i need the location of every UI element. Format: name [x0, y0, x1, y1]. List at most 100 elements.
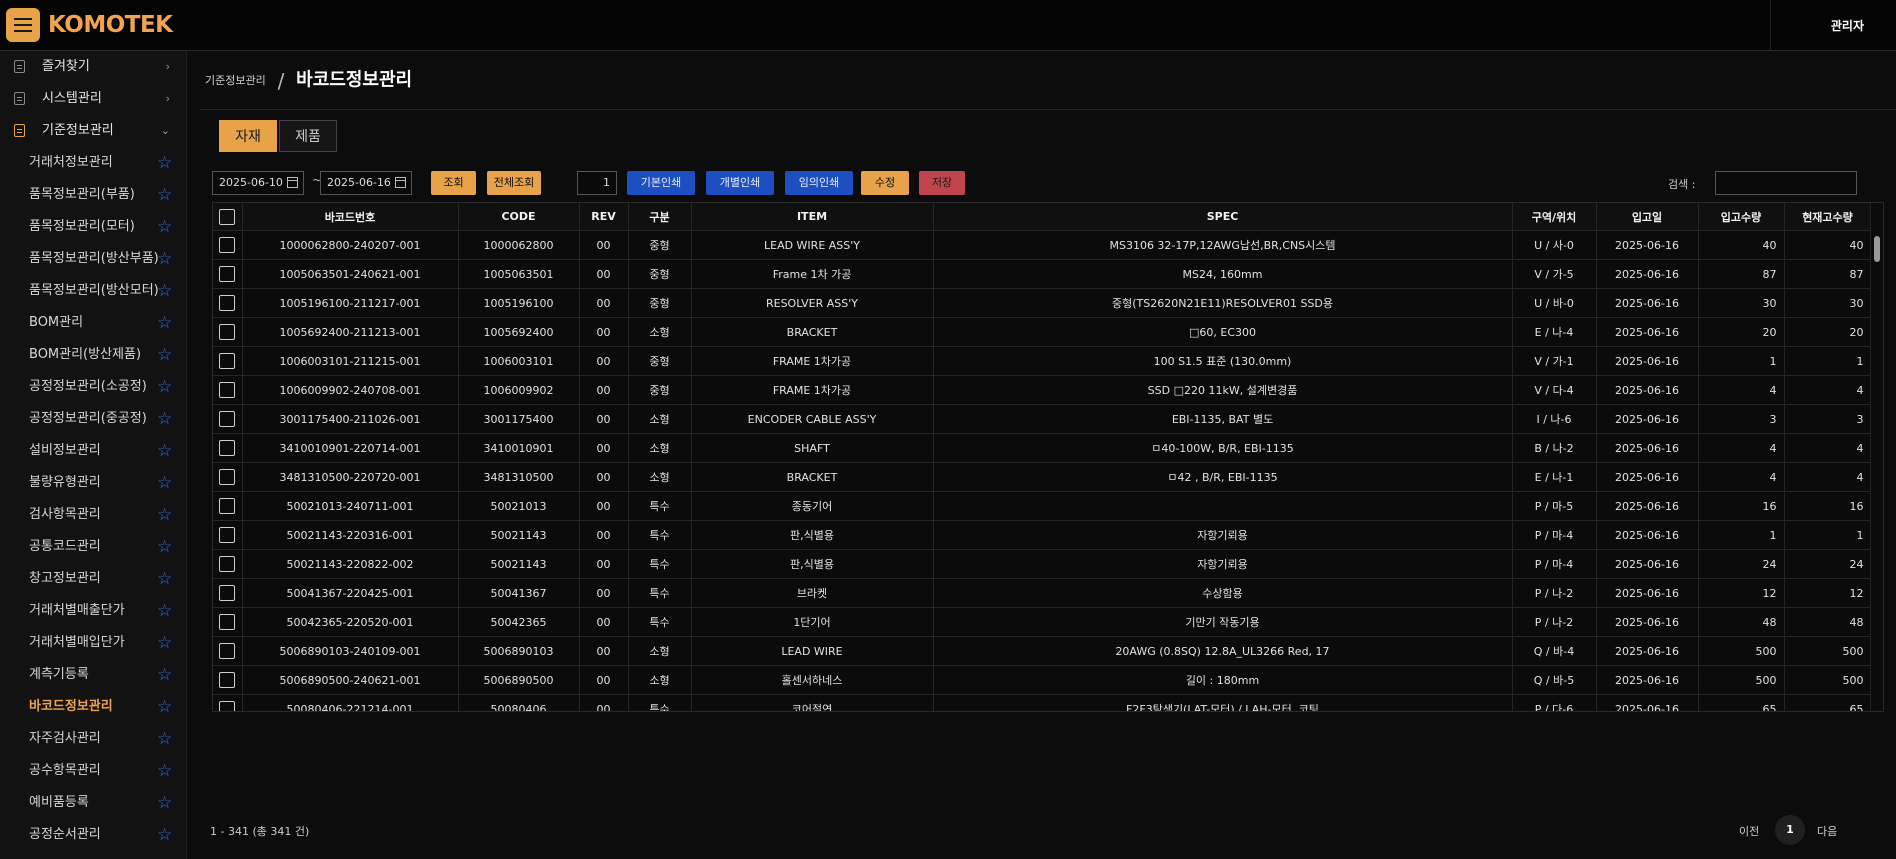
table-row[interactable]: 50021143-220822-002 50021143 00 특수 판,식별용 자항기뢰… [213, 549, 1872, 579]
favorite-star-icon[interactable]: ☆ [157, 307, 172, 339]
row-checkbox[interactable] [219, 585, 236, 601]
favorite-star-icon[interactable]: ☆ [157, 595, 172, 627]
table-row[interactable]: 5006890103-240109-001 5006890103 00 소형 LEAD … [213, 636, 1872, 666]
calendar-icon[interactable] [395, 177, 406, 188]
favorite-star-icon[interactable]: ☆ [157, 627, 172, 659]
table-row[interactable]: 3001175400-211026-001 3001175400 00 소형 ENCOD… [213, 404, 1872, 434]
print-count-input[interactable]: 1 [577, 171, 617, 195]
basic-print-button[interactable]: 기본인쇄 [627, 171, 695, 195]
column-header[interactable]: ITEM [691, 203, 934, 231]
sidebar-item[interactable]: 공정정보관리(중공정) ☆ [0, 403, 186, 435]
favorite-star-icon[interactable]: ☆ [157, 179, 172, 211]
column-header[interactable]: 바코드번호 [242, 203, 459, 231]
table-row[interactable]: 3481310500-220720-001 3481310500 00 소형 BRACK… [213, 462, 1872, 492]
table-row[interactable]: 1005196100-211217-001 1005196100 00 중형 RESOL… [213, 288, 1872, 318]
row-checkbox[interactable] [219, 324, 236, 340]
row-checkbox[interactable] [219, 411, 236, 427]
tab-materials[interactable]: 자재 [219, 120, 277, 152]
breadcrumb-parent[interactable]: 기준정보관리 [205, 74, 266, 87]
edit-button[interactable]: 수정 [861, 171, 909, 195]
table-row[interactable]: 1006009902-240708-001 1006009902 00 중형 FRAME… [213, 375, 1872, 405]
table-row[interactable]: 1005692400-211213-001 1005692400 00 소형 BRACK… [213, 317, 1872, 347]
sidebar-group-master-data[interactable]: 기준정보관리 ⌄ [0, 115, 186, 147]
table-row[interactable]: 50042365-220520-001 50042365 00 특수 1단기어 기만기 작… [213, 607, 1872, 637]
sidebar-item[interactable]: 불량유형관리 ☆ [0, 467, 186, 499]
row-checkbox[interactable] [219, 701, 236, 711]
column-header[interactable]: 구역/위치 [1512, 203, 1597, 231]
sidebar-item[interactable]: 검사항목관리 ☆ [0, 499, 186, 531]
favorite-star-icon[interactable]: ☆ [157, 819, 172, 851]
row-checkbox[interactable] [219, 527, 236, 543]
column-header[interactable]: SPEC [933, 203, 1513, 231]
date-to-input[interactable]: 2025-06-16 [320, 171, 412, 195]
sidebar-item[interactable]: 품목정보관리(부품) ☆ [0, 179, 186, 211]
sidebar-group-favorites[interactable]: 즐겨찾기 › [0, 51, 186, 83]
tab-products[interactable]: 제품 [279, 120, 337, 152]
sidebar-item[interactable]: 공통코드관리 ☆ [0, 531, 186, 563]
save-button[interactable]: 저장 [919, 171, 965, 195]
calendar-icon[interactable] [287, 177, 298, 188]
temp-print-button[interactable]: 임의인쇄 [785, 171, 853, 195]
table-row[interactable]: 1000062800-240207-001 1000062800 00 중형 LEAD … [213, 230, 1872, 260]
individual-print-button[interactable]: 개별인쇄 [706, 171, 774, 195]
row-checkbox[interactable] [219, 614, 236, 630]
row-checkbox[interactable] [219, 440, 236, 456]
favorite-star-icon[interactable]: ☆ [157, 275, 172, 307]
scrollbar-thumb[interactable] [1874, 236, 1880, 262]
favorite-star-icon[interactable]: ☆ [157, 467, 172, 499]
sidebar-item[interactable]: 공정정보관리(소공정) ☆ [0, 371, 186, 403]
sidebar-item[interactable]: 품목정보관리(방산모터) ☆ [0, 275, 186, 307]
table-row[interactable]: 3410010901-220714-001 3410010901 00 소형 SHAFT… [213, 433, 1872, 463]
sidebar-item[interactable]: 설비정보관리 ☆ [0, 435, 186, 467]
favorite-star-icon[interactable]: ☆ [157, 659, 172, 691]
search-input[interactable] [1715, 171, 1857, 195]
row-checkbox[interactable] [219, 498, 236, 514]
search-all-button[interactable]: 전체조회 [487, 171, 541, 195]
column-header[interactable]: REV [579, 203, 629, 231]
table-row[interactable]: 1005063501-240621-001 1005063501 00 중형 Frame… [213, 259, 1872, 289]
favorite-star-icon[interactable]: ☆ [157, 531, 172, 563]
table-row[interactable]: 1006003101-211215-001 1006003101 00 중형 FRAME… [213, 346, 1872, 376]
row-checkbox[interactable] [219, 469, 236, 485]
table-row[interactable]: 50021143-220316-001 50021143 00 특수 판,식별용 자항기뢰… [213, 520, 1872, 550]
sidebar-item[interactable]: 바코드정보관리 ☆ [0, 691, 186, 723]
row-checkbox[interactable] [219, 353, 236, 369]
table-row[interactable]: 50080406-221214-001 50080406 00 특수 코어절연 F2F3탐… [213, 694, 1872, 711]
column-header[interactable]: CODE [458, 203, 580, 231]
row-checkbox[interactable] [219, 295, 236, 311]
sidebar-item[interactable]: 공정순서관리 ☆ [0, 819, 186, 851]
sidebar-item[interactable]: 품목정보관리(모터) ☆ [0, 211, 186, 243]
favorite-star-icon[interactable]: ☆ [157, 147, 172, 179]
row-checkbox[interactable] [219, 266, 236, 282]
search-button[interactable]: 조회 [431, 171, 476, 195]
table-row[interactable]: 50021013-240711-001 50021013 00 특수 종동기어 P / 마… [213, 491, 1872, 521]
column-header[interactable]: 구분 [628, 203, 692, 231]
select-all-checkbox[interactable] [219, 208, 236, 225]
sidebar-item[interactable]: 창고정보관리 ☆ [0, 563, 186, 595]
favorite-star-icon[interactable]: ☆ [157, 723, 172, 755]
favorite-star-icon[interactable]: ☆ [157, 499, 172, 531]
user-name[interactable]: 관리자 [1831, 17, 1864, 34]
sidebar-item[interactable]: BOM관리 ☆ [0, 307, 186, 339]
favorite-star-icon[interactable]: ☆ [157, 435, 172, 467]
sidebar-item[interactable]: 거래처별매출단가 ☆ [0, 595, 186, 627]
prev-page-link[interactable]: 이전 [1739, 823, 1759, 839]
row-checkbox[interactable] [219, 672, 236, 688]
menu-toggle-icon[interactable] [6, 8, 40, 42]
sidebar-item[interactable]: 거래처별매입단가 ☆ [0, 627, 186, 659]
favorite-star-icon[interactable]: ☆ [157, 339, 172, 371]
table-row[interactable]: 50041367-220425-001 50041367 00 특수 브라켓 수상함용 P … [213, 578, 1872, 608]
favorite-star-icon[interactable]: ☆ [157, 755, 172, 787]
column-header[interactable]: 현재고수량 [1784, 203, 1872, 231]
column-header[interactable]: 입고일 [1596, 203, 1699, 231]
sidebar-item[interactable]: BOM관리(방산제품) ☆ [0, 339, 186, 371]
date-from-input[interactable]: 2025-06-10 [212, 171, 304, 195]
row-checkbox[interactable] [219, 382, 236, 398]
sidebar-item[interactable]: 계측기등록 ☆ [0, 659, 186, 691]
next-page-link[interactable]: 다음 [1817, 823, 1837, 839]
favorite-star-icon[interactable]: ☆ [157, 787, 172, 819]
current-page-button[interactable]: 1 [1775, 815, 1805, 845]
favorite-star-icon[interactable]: ☆ [157, 211, 172, 243]
row-checkbox[interactable] [219, 556, 236, 572]
sidebar-item[interactable]: 예비품등록 ☆ [0, 787, 186, 819]
